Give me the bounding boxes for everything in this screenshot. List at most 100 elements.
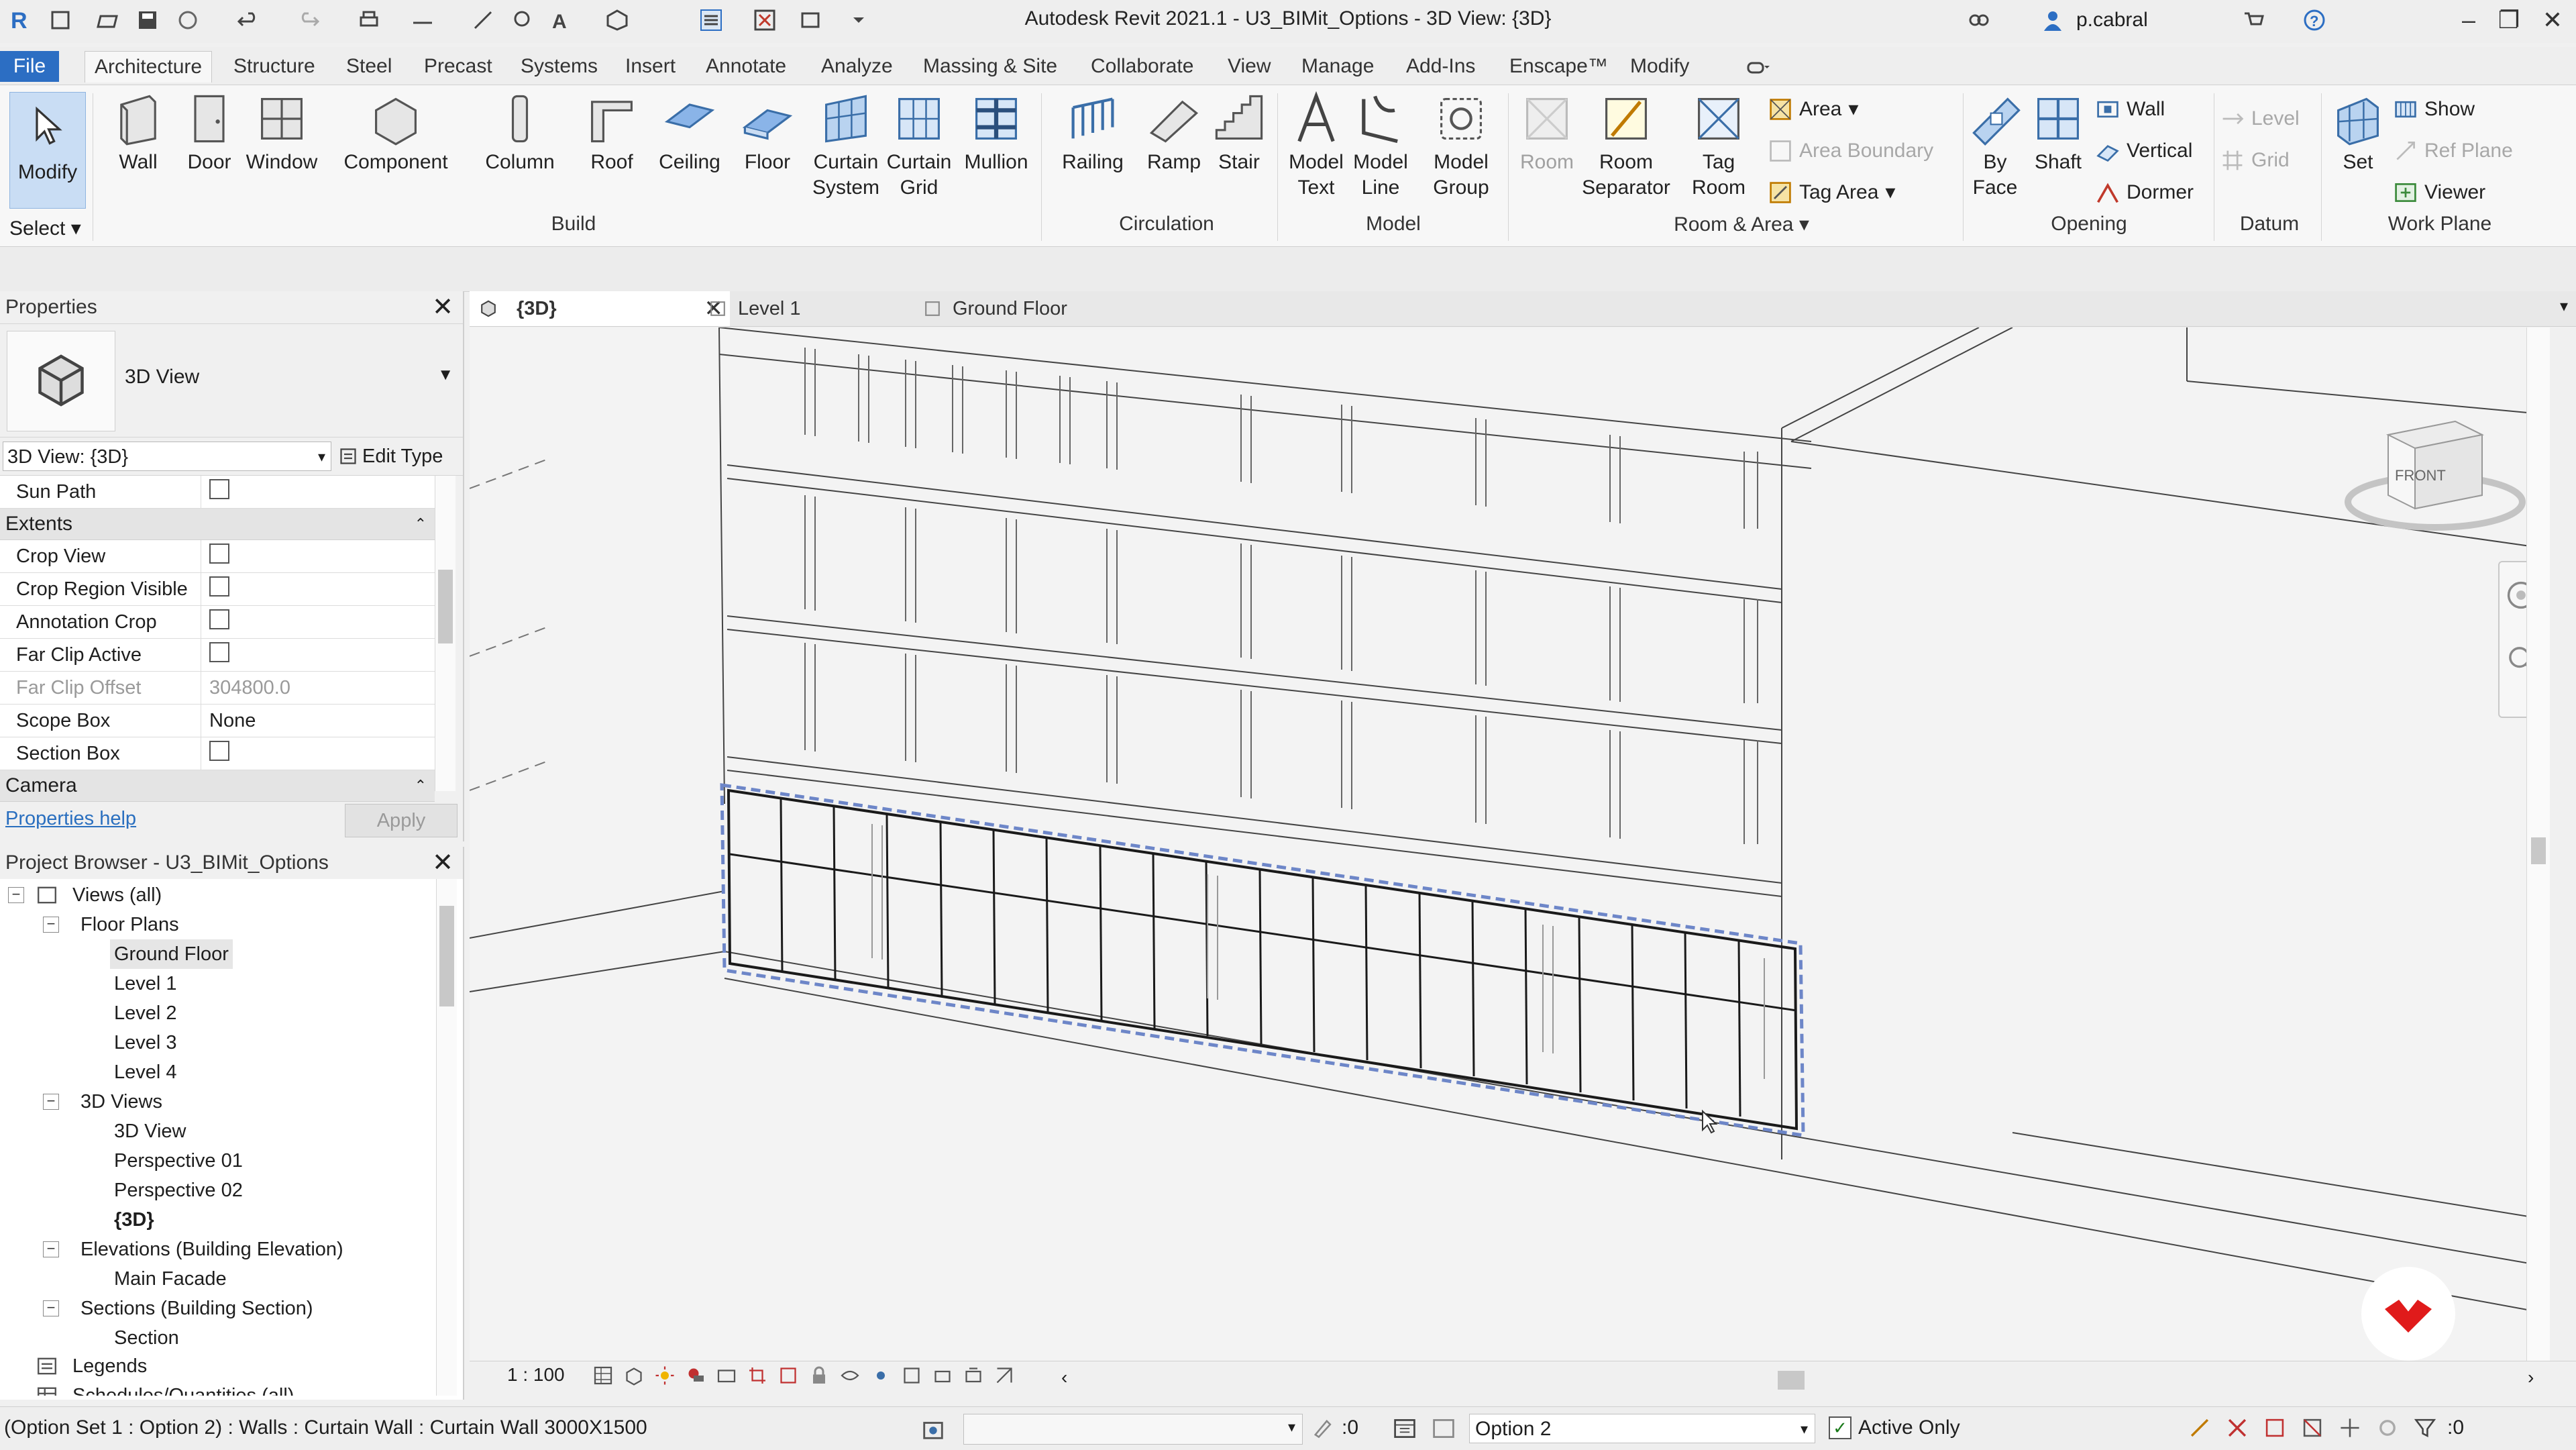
- restore-button[interactable]: ❐: [2489, 5, 2529, 35]
- search-icon[interactable]: [1966, 7, 1992, 34]
- scroll-right-icon[interactable]: ›: [2528, 1367, 2534, 1388]
- tab-analyze[interactable]: Analyze: [812, 51, 902, 82]
- model-group-button[interactable]: Model Group: [1428, 91, 1495, 201]
- redo-icon[interactable]: [295, 7, 322, 34]
- dormer-opening-button[interactable]: Dormer: [2096, 179, 2216, 206]
- active-only-toggle[interactable]: ✓ Active Only: [1829, 1416, 1960, 1439]
- show-work-plane-button[interactable]: Show: [2394, 96, 2575, 123]
- room-button[interactable]: Room: [1513, 91, 1580, 175]
- apply-button[interactable]: Apply: [345, 804, 458, 837]
- tree-item-level-1[interactable]: Level 1: [114, 969, 177, 998]
- collapse-toggle[interactable]: −: [43, 1094, 59, 1110]
- tab-structure[interactable]: Structure: [224, 51, 325, 82]
- property-row[interactable]: Far Clip Active: [0, 639, 435, 672]
- tree-item-perspective-02[interactable]: Perspective 02: [114, 1176, 243, 1205]
- instance-selector[interactable]: 3D View: {3D} ▾: [3, 442, 331, 471]
- worksets-icon[interactable]: [920, 1416, 946, 1442]
- crop-view-checkbox[interactable]: [209, 543, 229, 564]
- floor-button[interactable]: Floor: [735, 91, 800, 175]
- column-button[interactable]: Column: [483, 91, 557, 175]
- collapse-toggle[interactable]: −: [8, 887, 24, 903]
- tab-precast[interactable]: Precast: [415, 51, 502, 82]
- select-by-face-icon[interactable]: [2301, 1416, 2324, 1439]
- properties-help-link[interactable]: Properties help: [5, 808, 136, 830]
- by-face-button[interactable]: By Face: [1968, 91, 2022, 201]
- edit-type-button[interactable]: Edit Type: [338, 446, 443, 468]
- tree-item-sections[interactable]: Sections (Building Section): [80, 1294, 313, 1323]
- mullion-button[interactable]: Mullion: [959, 91, 1033, 175]
- switch-windows-icon[interactable]: [798, 7, 825, 34]
- worksharing-icon[interactable]: [902, 1365, 922, 1386]
- close-project-browser-button[interactable]: ✕: [432, 847, 453, 879]
- wall-button[interactable]: Wall: [107, 91, 169, 175]
- collapse-toggle[interactable]: −: [43, 1300, 59, 1316]
- show-crop-icon[interactable]: [778, 1365, 798, 1386]
- crop-icon[interactable]: [747, 1365, 767, 1386]
- property-value[interactable]: [201, 479, 435, 505]
- undo-icon[interactable]: [235, 7, 262, 34]
- filter-icon[interactable]: [2414, 1416, 2436, 1439]
- grid-button[interactable]: Grid: [2220, 147, 2328, 174]
- shadows-icon[interactable]: [686, 1365, 706, 1386]
- close-properties-button[interactable]: ✕: [432, 291, 453, 323]
- tab-architecture[interactable]: Architecture: [85, 51, 213, 83]
- section-box-checkbox[interactable]: [209, 741, 229, 761]
- shaft-button[interactable]: Shaft: [2029, 91, 2088, 175]
- tab-view[interactable]: View: [1218, 51, 1280, 82]
- visual-style-icon[interactable]: [624, 1365, 644, 1386]
- viewport-vertical-scrollbar[interactable]: [2526, 327, 2550, 1361]
- properties-scroll-thumb[interactable]: [438, 570, 453, 643]
- customize-qat-icon[interactable]: [845, 7, 872, 34]
- dimension-icon[interactable]: [470, 7, 496, 34]
- temporary-hide-icon[interactable]: [840, 1365, 860, 1386]
- tab-enscape[interactable]: Enscape™: [1500, 51, 1617, 82]
- cart-icon[interactable]: [2241, 7, 2267, 34]
- active-only-checkbox[interactable]: ✓: [1829, 1416, 1851, 1439]
- tree-item-elevations[interactable]: Elevations (Building Elevation): [80, 1235, 343, 1264]
- tree-item-3d-view[interactable]: 3D View: [114, 1117, 186, 1146]
- scroll-left-icon[interactable]: ‹: [1061, 1367, 1067, 1388]
- collapse-toggle[interactable]: −: [43, 1241, 59, 1257]
- tree-item-legends[interactable]: Legends: [72, 1351, 147, 1381]
- ramp-button[interactable]: Ramp: [1140, 91, 1208, 175]
- highlight-displacement-icon[interactable]: [963, 1365, 983, 1386]
- model-text-button[interactable]: Model Text: [1283, 91, 1350, 201]
- component-button[interactable]: Component: [339, 91, 452, 175]
- modify-button[interactable]: Modify: [9, 92, 86, 209]
- design-options-icon[interactable]: [1393, 1416, 1417, 1441]
- room-separator-button[interactable]: Room Separator: [1580, 91, 1672, 201]
- crop-region-visible-checkbox[interactable]: [209, 576, 229, 597]
- help-icon[interactable]: ?: [2301, 7, 2328, 34]
- thin-lines-icon[interactable]: [698, 7, 724, 34]
- tab-add-ins[interactable]: Add-Ins: [1397, 51, 1485, 82]
- tree-item-section[interactable]: Section: [114, 1323, 179, 1353]
- ribbon-minimize-icon[interactable]: [1744, 55, 1771, 82]
- print-icon[interactable]: [356, 7, 382, 34]
- tab-annotate[interactable]: Annotate: [696, 51, 796, 82]
- select-dropdown[interactable]: Select ▾: [9, 217, 81, 240]
- tree-item-ground-floor[interactable]: Ground Floor: [110, 939, 233, 969]
- tab-manage[interactable]: Manage: [1292, 51, 1383, 82]
- extents-group-header[interactable]: Extents ⌃: [0, 509, 435, 540]
- wall-opening-button[interactable]: Wall: [2096, 96, 2216, 123]
- window-button[interactable]: Window: [241, 91, 322, 175]
- vertical-opening-button[interactable]: Vertical: [2096, 138, 2216, 164]
- close-window-button[interactable]: ✕: [2532, 5, 2573, 35]
- user-icon[interactable]: [2039, 7, 2066, 34]
- set-work-plane-button[interactable]: Set: [2329, 91, 2387, 175]
- property-row[interactable]: Annotation Crop: [0, 606, 435, 639]
- tree-item-perspective-01[interactable]: Perspective 01: [114, 1146, 243, 1176]
- scope-box-value[interactable]: None: [201, 710, 435, 732]
- tree-item-level-3[interactable]: Level 3: [114, 1028, 177, 1057]
- tab-file[interactable]: File: [0, 51, 59, 82]
- select-underlay-icon[interactable]: [2226, 1416, 2249, 1439]
- 3d-viewport[interactable]: FRONT: [470, 327, 2550, 1361]
- select-pinned-icon[interactable]: [2263, 1416, 2286, 1439]
- close-hidden-icon[interactable]: [751, 7, 778, 34]
- tree-item-schedules[interactable]: Schedules/Quantities (all): [72, 1381, 294, 1396]
- level-button[interactable]: Level: [2220, 105, 2328, 132]
- tree-item-views-all[interactable]: Views (all): [72, 880, 162, 910]
- background-processes-icon[interactable]: [2376, 1416, 2399, 1439]
- door-button[interactable]: Door: [180, 91, 239, 175]
- annotation-crop-checkbox[interactable]: [209, 609, 229, 629]
